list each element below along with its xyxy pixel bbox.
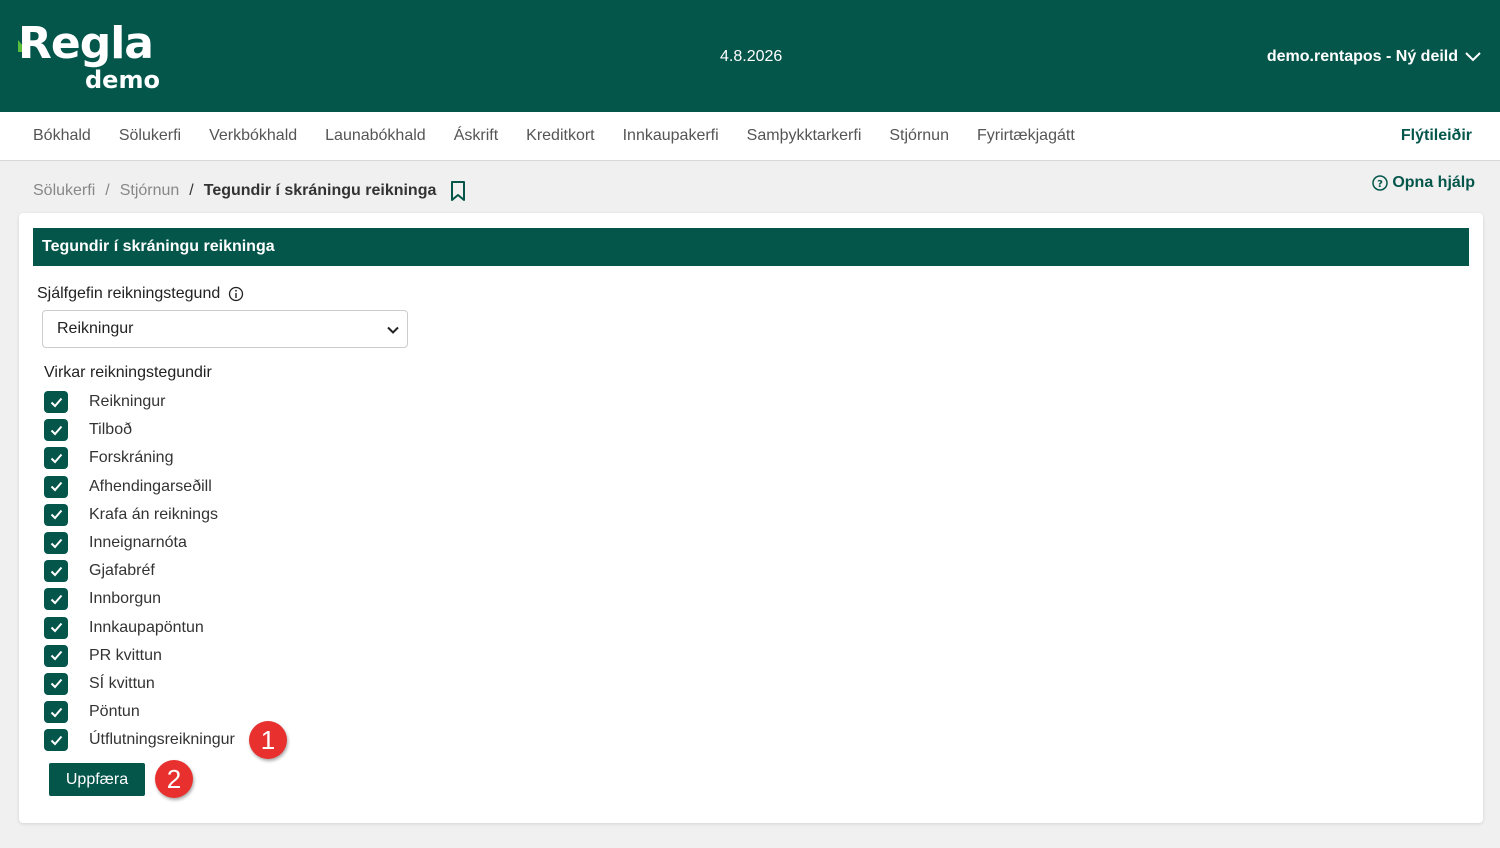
list-item: Innkaupapöntun (44, 614, 235, 642)
type-checkbox[interactable] (44, 616, 68, 639)
default-type-select[interactable]: Reikningur (42, 310, 408, 348)
checkmark-icon (50, 482, 62, 492)
update-button[interactable]: Uppfæra (49, 763, 145, 796)
chevron-down-icon (387, 326, 399, 334)
checkmark-icon (50, 707, 62, 718)
type-label: Pöntun (89, 703, 140, 721)
checkmark-icon (50, 679, 62, 689)
type-label: SÍ kvittun (89, 674, 155, 692)
list-item: SÍ kvittun (44, 670, 235, 698)
list-item: Inneignarnóta (44, 529, 235, 557)
type-label: Afhendingarseðill (89, 477, 212, 495)
type-label: Forskráning (89, 449, 174, 467)
checkmark-icon (50, 453, 62, 464)
type-checkbox[interactable] (44, 532, 68, 555)
checkmark-icon (50, 425, 62, 436)
nav-item-3[interactable]: Launabókhald (325, 127, 426, 145)
breadcrumb-separator: / (189, 182, 194, 199)
checkmark-icon (50, 397, 62, 408)
breadcrumb-item-solukerfi[interactable]: Sölukerfi (33, 182, 95, 200)
list-item: Afhendingarseðill (44, 473, 235, 501)
open-help-link[interactable]: ? Opna hjálp (1372, 174, 1475, 192)
checkmark-icon (50, 538, 62, 548)
default-type-label: Sjálfgefin reikningstegund (37, 285, 244, 303)
help-label: Opna hjálp (1392, 174, 1475, 191)
type-checkbox[interactable] (44, 701, 68, 724)
type-checkbox[interactable] (44, 672, 68, 695)
type-checkbox[interactable] (44, 729, 68, 752)
list-item: Krafa án reiknings (44, 501, 235, 529)
breadcrumb-current: Tegundir í skráningu reikninga (203, 182, 437, 199)
nav-item-7[interactable]: Samþykktarkerfi (747, 127, 862, 145)
type-label: Innkaupapöntun (89, 618, 204, 636)
default-type-value: Reikningur (57, 320, 134, 337)
type-checkbox[interactable] (44, 447, 68, 470)
type-checkbox[interactable] (44, 560, 68, 583)
chevron-down-icon (1465, 52, 1481, 62)
breadcrumb: Sölukerfi / Stjórnun / Tegundir í skráni… (33, 180, 466, 202)
list-item: Gjafabréf (44, 557, 235, 585)
nav-item-9[interactable]: Fyrirtækjagátt (977, 127, 1075, 145)
type-label: Krafa án reiknings (89, 505, 218, 523)
type-checkbox[interactable] (44, 419, 68, 442)
list-item: Tilboð (44, 416, 235, 444)
current-date: 4.8.2026 (720, 48, 783, 65)
type-label: Tilboð (89, 421, 132, 439)
type-label: PR kvittun (89, 646, 162, 664)
checkmark-icon (50, 622, 62, 633)
nav-item-8[interactable]: Stjórnun (889, 127, 949, 145)
nav-item-2[interactable]: Verkbókhald (209, 127, 297, 145)
list-item: PR kvittun (44, 642, 235, 670)
breadcrumb-separator: / (105, 182, 110, 199)
card-title: Tegundir í skráningu reikninga (33, 228, 1469, 266)
nav-item-1[interactable]: Sölukerfi (119, 127, 181, 145)
type-label: Innborgun (89, 590, 162, 608)
list-item: Innborgun (44, 585, 235, 613)
regla-logo[interactable]: Regla demo (18, 20, 168, 100)
type-label: Útflutningsreikningur (89, 731, 235, 749)
list-item: Pöntun (44, 698, 235, 726)
app-header: Regla demo 4.8.2026 demo.rentapos - Ný d… (0, 0, 1500, 112)
type-label: Inneignarnóta (89, 534, 187, 552)
logo-subtext: demo (85, 66, 160, 94)
type-checkbox[interactable] (44, 391, 68, 414)
nav-item-6[interactable]: Innkaupakerfi (623, 127, 719, 145)
type-label: Gjafabréf (89, 562, 155, 580)
active-types-list: Reikningur Tilboð Forskráning Afhendingarse… (44, 388, 235, 754)
nav-item-5[interactable]: Kreditkort (526, 127, 594, 145)
info-icon[interactable] (228, 286, 244, 302)
type-checkbox[interactable] (44, 644, 68, 667)
type-label: Reikningur (89, 393, 166, 411)
checkmark-icon (50, 510, 62, 520)
user-name: demo.rentapos - Ný deild (1266, 48, 1458, 65)
invoice-types-card: Tegundir í skráningu reikninga Sjálfgefi… (19, 213, 1483, 823)
user-menu[interactable]: demo.rentapos - Ný deild (1267, 48, 1482, 66)
bookmark-icon[interactable] (450, 181, 466, 201)
type-checkbox[interactable] (44, 475, 68, 498)
shortcuts-link[interactable]: Flýtileiðir (1401, 112, 1472, 160)
checkmark-icon (50, 651, 62, 661)
help-icon: ? (1372, 175, 1389, 191)
list-item: Forskráning (44, 444, 235, 472)
breadcrumb-item-stjornun[interactable]: Stjórnun (120, 182, 180, 200)
nav-item-4[interactable]: Áskrift (454, 127, 498, 145)
type-checkbox[interactable] (44, 503, 68, 526)
logo-text: Regla (18, 18, 154, 69)
checkmark-icon (50, 594, 62, 605)
svg-text:?: ? (1377, 179, 1383, 190)
nav-item-0[interactable]: Bókhald (33, 127, 91, 145)
active-types-label: Virkar reikningstegundir (44, 364, 212, 381)
checkmark-icon (50, 566, 62, 577)
checkmark-icon (50, 735, 62, 746)
default-type-label-text: Sjálfgefin reikningstegund (37, 285, 221, 302)
main-nav: Bókhald Sölukerfi Verkbókhald Launabókhald Á… (0, 112, 1500, 161)
list-item: Útflutningsreikningur (44, 726, 235, 754)
type-checkbox[interactable] (44, 588, 68, 611)
list-item: Reikningur (44, 388, 235, 416)
callout-marker-2: 2 (155, 760, 193, 798)
nav-items: Bókhald Sölukerfi Verkbókhald Launabókhald Á… (33, 112, 1103, 160)
callout-marker-1: 1 (249, 721, 287, 759)
